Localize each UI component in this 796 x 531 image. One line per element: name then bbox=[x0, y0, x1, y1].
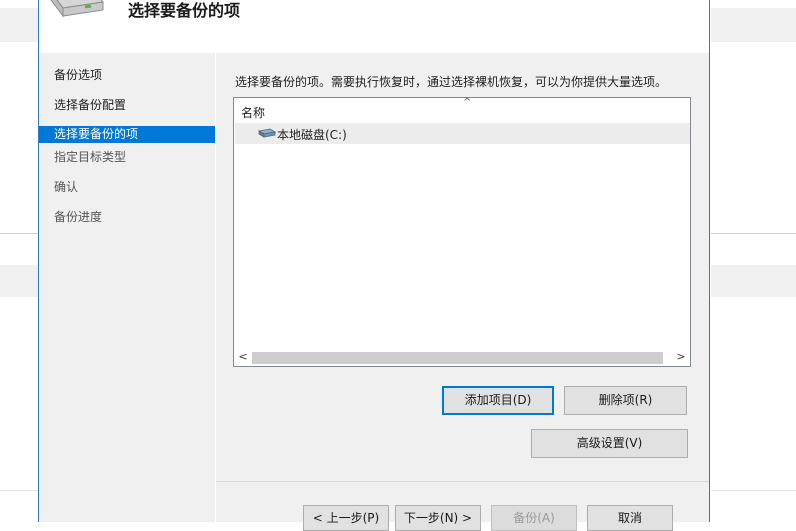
nav-step-destination-type: 指定目标类型 bbox=[54, 150, 127, 164]
nav-step-select-items[interactable]: 选择要备份的项 bbox=[39, 126, 215, 143]
scroll-left-icon[interactable]: < bbox=[235, 349, 251, 365]
backup-button: 备份(A) bbox=[491, 505, 577, 531]
background-band-left bbox=[0, 265, 38, 297]
background-toolbar-right bbox=[711, 8, 796, 42]
next-button[interactable]: 下一步(N) > bbox=[395, 505, 481, 531]
previous-button[interactable]: < 上一步(P) bbox=[303, 505, 389, 531]
scrollbar-thumb[interactable] bbox=[252, 352, 663, 364]
advanced-settings-button[interactable]: 高级设置(V) bbox=[531, 429, 688, 458]
backup-items-list[interactable]: 名称 ^ 本地磁盘(C:) < > bbox=[233, 97, 691, 367]
background-divider-right bbox=[711, 233, 796, 234]
background-toolbar-left bbox=[0, 8, 38, 42]
nav-step-confirm: 确认 bbox=[54, 180, 79, 194]
scroll-right-icon[interactable]: > bbox=[673, 349, 689, 365]
nav-step-select-backup-config[interactable]: 选择备份配置 bbox=[39, 97, 215, 114]
sort-ascending-icon: ^ bbox=[463, 97, 472, 108]
backup-wizard-dialog: 选择要备份的项 备份选项 选择备份配置 选择要备份的项 指定目标类型 确认 备份… bbox=[38, 0, 710, 531]
horizontal-scrollbar[interactable]: < > bbox=[234, 348, 690, 366]
background-band-right bbox=[711, 265, 796, 297]
list-item-label: 本地磁盘(C:) bbox=[277, 128, 347, 142]
instruction-text: 选择要备份的项。需要执行恢复时，通过选择裸机恢复，可以为你提供大量选项。 bbox=[235, 75, 668, 89]
cancel-button[interactable]: 取消 bbox=[587, 505, 673, 531]
add-items-button[interactable]: 添加项目(D) bbox=[442, 386, 554, 415]
nav-step-backup-options[interactable]: 备份选项 bbox=[39, 67, 215, 84]
footer-divider bbox=[216, 481, 709, 482]
background-divider-left bbox=[0, 233, 38, 234]
nav-step-backup-progress: 备份进度 bbox=[54, 210, 103, 224]
background-divider-bottom-right bbox=[711, 490, 796, 491]
remove-item-button[interactable]: 删除项(R) bbox=[564, 386, 687, 415]
backup-disk-icon bbox=[50, 0, 104, 18]
column-header-label: 名称 bbox=[241, 106, 266, 120]
background-divider-bottom-left bbox=[0, 490, 38, 491]
hard-drive-icon bbox=[258, 128, 276, 138]
page-title: 选择要备份的项 bbox=[128, 1, 241, 20]
wizard-content: 选择要备份的项。需要执行恢复时，通过选择裸机恢复，可以为你提供大量选项。 名称 … bbox=[216, 53, 709, 531]
wizard-step-nav: 备份选项 选择备份配置 选择要备份的项 指定目标类型 确认 备份进度 bbox=[39, 53, 215, 522]
list-item[interactable]: 本地磁盘(C:) bbox=[235, 123, 690, 144]
dialog-header: 选择要备份的项 bbox=[39, 0, 709, 52]
column-header-name[interactable]: 名称 ^ bbox=[234, 97, 690, 120]
